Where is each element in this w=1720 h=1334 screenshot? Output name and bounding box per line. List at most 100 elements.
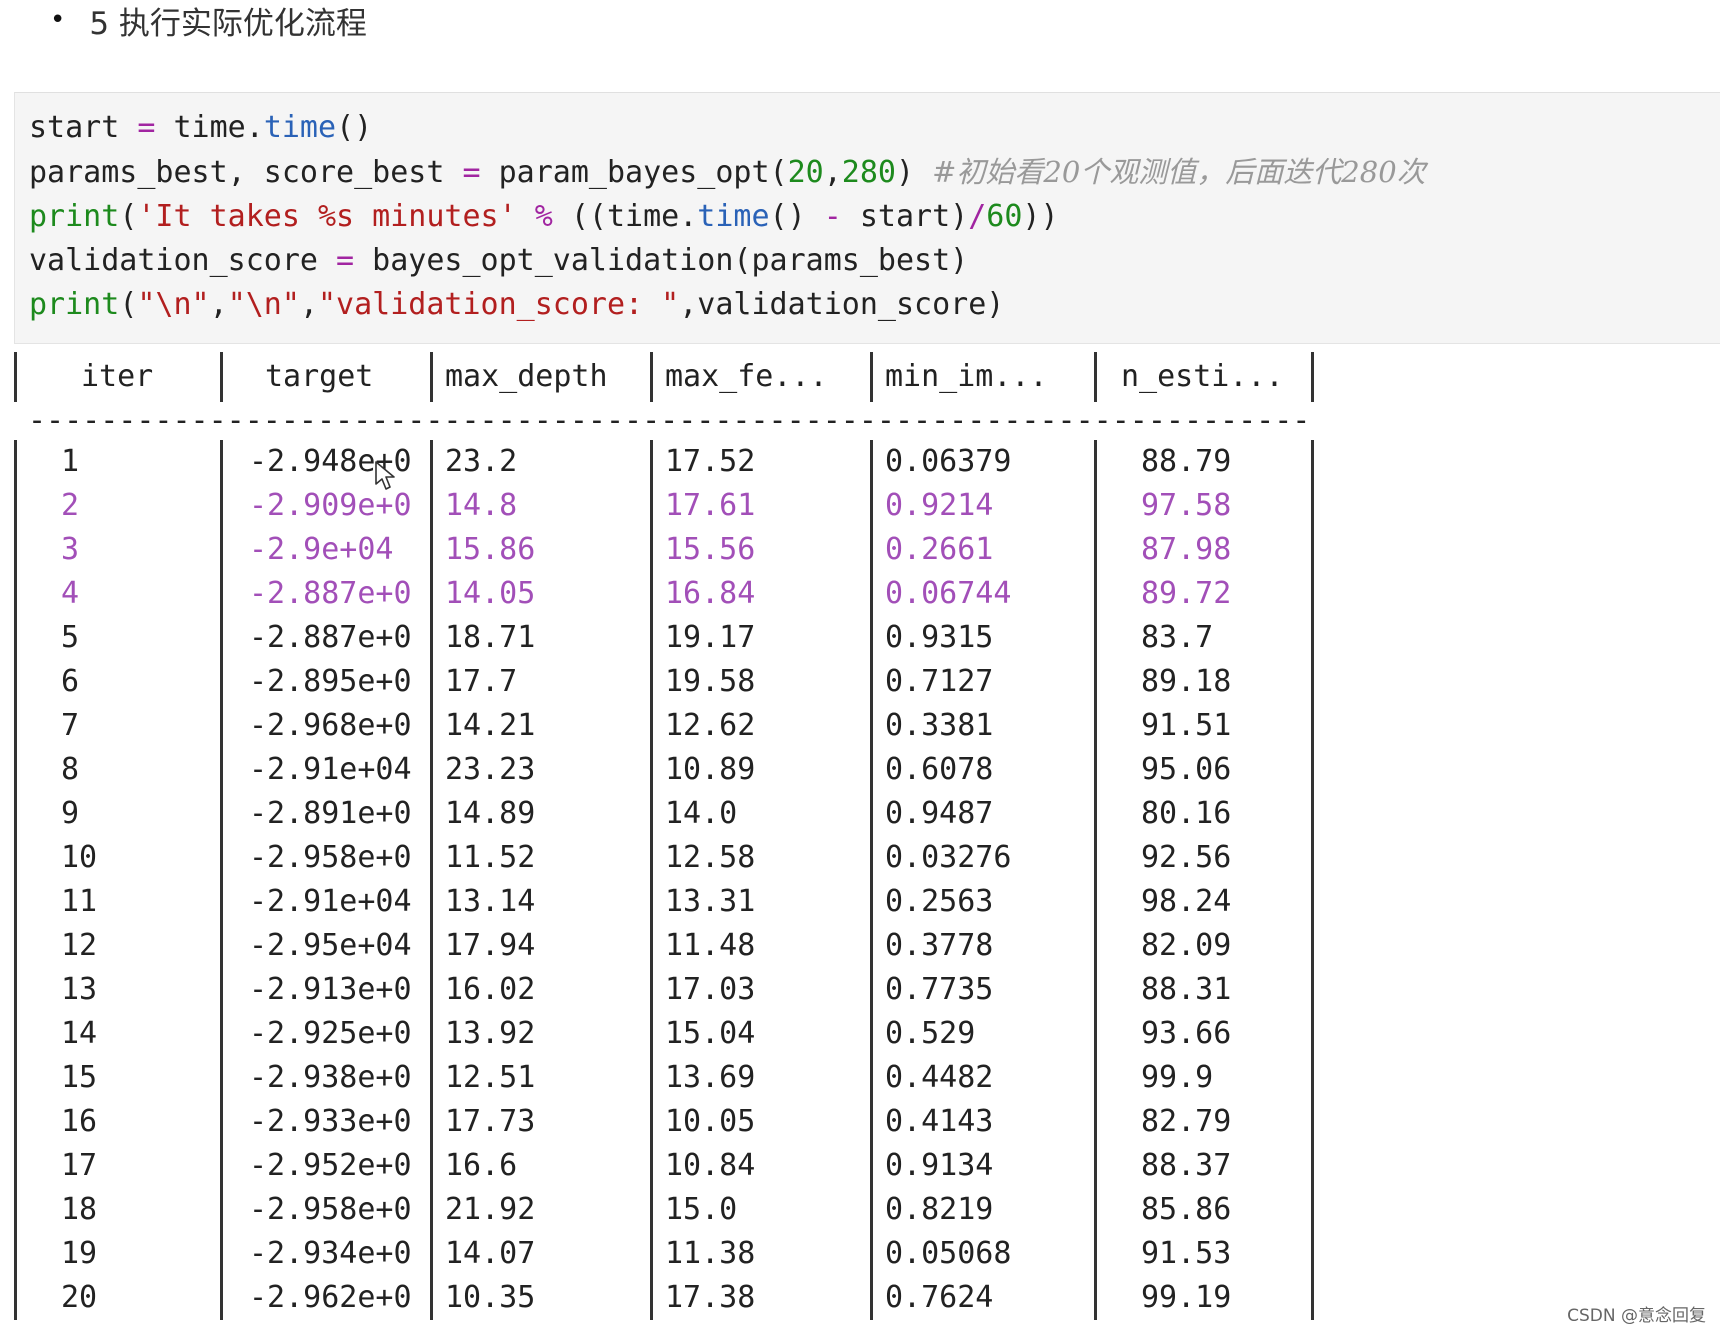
cell-iter: 9 [14, 792, 220, 836]
cell-max-fe: 10.05 [650, 1100, 870, 1144]
cell-target: -2.91e+04 [220, 748, 430, 792]
cell-max-fe: 13.31 [650, 880, 870, 924]
cell-n-esti: 89.72 [1094, 572, 1314, 616]
cell-min-im: 0.3778 [870, 924, 1094, 968]
code-cell[interactable]: start = time.time() params_best, score_b… [14, 92, 1720, 344]
cell-iter: 14 [14, 1012, 220, 1056]
cell-max-depth: 10.35 [430, 1276, 650, 1320]
cell-n-esti: 91.53 [1094, 1232, 1314, 1276]
section-heading: • 5 执行实际优化流程 [50, 0, 367, 42]
cell-iter: 6 [14, 660, 220, 704]
cell-max-fe: 11.48 [650, 924, 870, 968]
cell-max-fe: 17.61 [650, 484, 870, 528]
cell-max-depth: 16.02 [430, 968, 650, 1012]
column-header-n-esti: n_esti... [1094, 352, 1314, 402]
cell-target: -2.891e+0 [220, 792, 430, 836]
cell-iter: 16 [14, 1100, 220, 1144]
column-header-max-depth: max_depth [430, 352, 650, 402]
cell-n-esti: 91.51 [1094, 704, 1314, 748]
cell-min-im: 0.7735 [870, 968, 1094, 1012]
cell-iter: 17 [14, 1144, 220, 1188]
cell-min-im: 0.529 [870, 1012, 1094, 1056]
column-header-iter: iter [14, 352, 220, 402]
cell-iter: 19 [14, 1232, 220, 1276]
cell-min-im: 0.06744 [870, 572, 1094, 616]
cell-max-depth: 23.2 [430, 440, 650, 484]
cell-min-im: 0.2661 [870, 528, 1094, 572]
cell-max-depth: 14.05 [430, 572, 650, 616]
cell-target: -2.938e+0 [220, 1056, 430, 1100]
cell-min-im: 0.9134 [870, 1144, 1094, 1188]
cell-min-im: 0.9487 [870, 792, 1094, 836]
cell-max-fe: 14.0 [650, 792, 870, 836]
cell-min-im: 0.3381 [870, 704, 1094, 748]
watermark: CSDN @意念回复 [1567, 1306, 1706, 1326]
cell-max-depth: 17.73 [430, 1100, 650, 1144]
header-separator: ----------------------------------------… [28, 403, 1314, 438]
cell-n-esti: 80.16 [1094, 792, 1314, 836]
cell-target: -2.925e+0 [220, 1012, 430, 1056]
cell-max-fe: 12.62 [650, 704, 870, 748]
cell-n-esti: 93.66 [1094, 1012, 1314, 1056]
cell-target: -2.9e+04 [220, 528, 430, 572]
cell-target: -2.968e+0 [220, 704, 430, 748]
cell-min-im: 0.05068 [870, 1232, 1094, 1276]
cell-min-im: 0.7127 [870, 660, 1094, 704]
cell-n-esti: 88.37 [1094, 1144, 1314, 1188]
cell-max-depth: 21.92 [430, 1188, 650, 1232]
bullet-icon: • [50, 5, 66, 35]
cell-n-esti: 88.79 [1094, 440, 1314, 484]
cell-max-fe: 13.69 [650, 1056, 870, 1100]
mouse-cursor-icon [375, 461, 395, 490]
cell-max-depth: 18.71 [430, 616, 650, 660]
cell-n-esti: 82.79 [1094, 1100, 1314, 1144]
cell-max-fe: 10.89 [650, 748, 870, 792]
cell-max-depth: 14.21 [430, 704, 650, 748]
cell-target: -2.895e+0 [220, 660, 430, 704]
cell-n-esti: 92.56 [1094, 836, 1314, 880]
code-line-5: print("\n","\n","validation_score: ",val… [29, 287, 1005, 322]
cell-max-fe: 16.84 [650, 572, 870, 616]
cell-min-im: 0.2563 [870, 880, 1094, 924]
cell-iter: 7 [14, 704, 220, 748]
cell-min-im: 0.03276 [870, 836, 1094, 880]
cell-target: -2.962e+0 [220, 1276, 430, 1320]
cell-n-esti: 88.31 [1094, 968, 1314, 1012]
cell-n-esti: 83.7 [1094, 616, 1314, 660]
cell-iter: 2 [14, 484, 220, 528]
cell-iter: 12 [14, 924, 220, 968]
cell-max-depth: 23.23 [430, 748, 650, 792]
cell-max-fe: 10.84 [650, 1144, 870, 1188]
cell-n-esti: 99.9 [1094, 1056, 1314, 1100]
cell-max-depth: 14.89 [430, 792, 650, 836]
code-editor[interactable]: start = time.time() params_best, score_b… [15, 93, 1720, 327]
cell-n-esti: 98.24 [1094, 880, 1314, 924]
cell-target: -2.948e+0 [220, 440, 430, 484]
cell-target: -2.934e+0 [220, 1232, 430, 1276]
cell-iter: 18 [14, 1188, 220, 1232]
cell-target: -2.91e+04 [220, 880, 430, 924]
code-comment: #初始看20个观测值，后面迭代280次 [932, 155, 1426, 189]
cell-min-im: 0.4482 [870, 1056, 1094, 1100]
cell-iter: 15 [14, 1056, 220, 1100]
cell-iter: 13 [14, 968, 220, 1012]
cell-n-esti: 89.18 [1094, 660, 1314, 704]
cell-max-fe: 19.17 [650, 616, 870, 660]
cell-target: -2.95e+04 [220, 924, 430, 968]
column-header-min-im: min_im... [870, 352, 1094, 402]
cell-target: -2.887e+0 [220, 616, 430, 660]
cell-max-fe: 15.04 [650, 1012, 870, 1056]
code-line-2: params_best, score_best = param_bayes_op… [29, 155, 1426, 190]
cell-max-depth: 16.6 [430, 1144, 650, 1188]
cell-max-depth: 17.94 [430, 924, 650, 968]
cell-target: -2.958e+0 [220, 836, 430, 880]
cell-max-fe: 19.58 [650, 660, 870, 704]
cell-n-esti: 97.58 [1094, 484, 1314, 528]
cell-max-fe: 17.52 [650, 440, 870, 484]
cell-max-fe: 12.58 [650, 836, 870, 880]
cell-iter: 1 [14, 440, 220, 484]
column-header-max-fe: max_fe... [650, 352, 870, 402]
cell-iter: 3 [14, 528, 220, 572]
cell-iter: 10 [14, 836, 220, 880]
cell-n-esti: 85.86 [1094, 1188, 1314, 1232]
